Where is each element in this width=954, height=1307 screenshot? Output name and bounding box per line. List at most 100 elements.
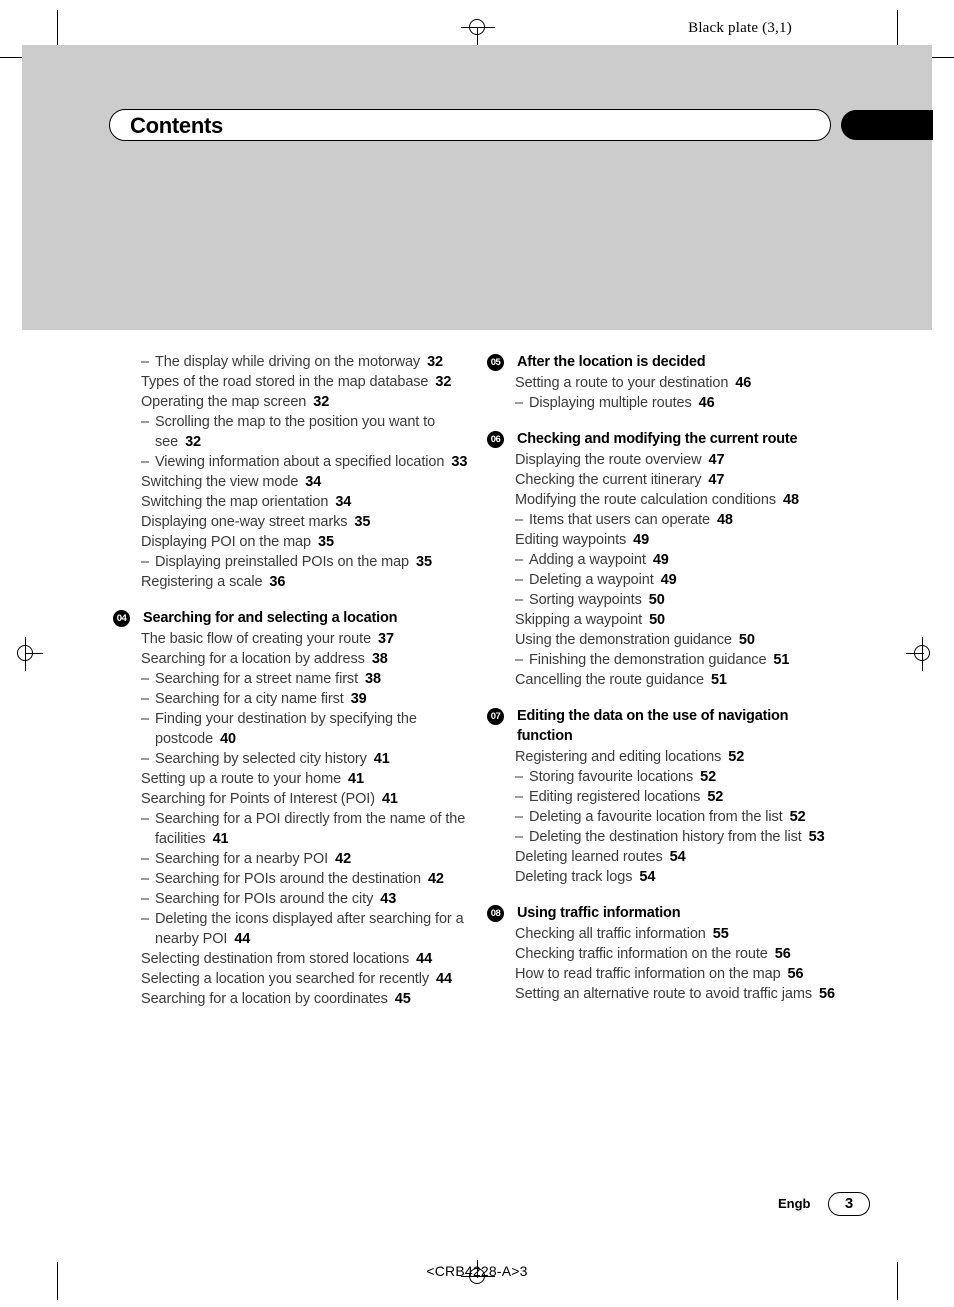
toc-entry-page-number: 41: [373, 751, 390, 767]
toc-entry-page-number: 41: [381, 791, 398, 807]
toc-entry-page-number: 41: [348, 771, 364, 787]
toc-entry-label: Deleting a waypoint 49: [529, 572, 677, 588]
toc-section-heading[interactable]: 05 After the location is decided: [487, 352, 847, 372]
toc-section-heading[interactable]: 08 Using traffic information: [487, 903, 847, 923]
toc-entry-label: Sorting waypoints 50: [529, 592, 665, 608]
registration-mark-right: [906, 637, 940, 671]
toc-subentry[interactable]: – Displaying multiple routes 46: [487, 393, 847, 413]
toc-entry-page-number: 37: [378, 631, 394, 647]
toc-entry-page-number: 44: [234, 931, 251, 947]
toc-entry-page-number: 42: [427, 871, 444, 887]
toc-subentry[interactable]: – Deleting a favourite location from the …: [487, 807, 847, 827]
toc-section-heading[interactable]: 06 Checking and modifying the current rou…: [487, 429, 847, 449]
toc-subentry[interactable]: – Searching for a city name first 39: [113, 689, 473, 709]
toc-entry[interactable]: Operating the map screen 32: [113, 392, 473, 412]
toc-subentry[interactable]: – Searching for POIs around the destinati…: [113, 869, 473, 889]
section-heading-label: Using traffic information: [517, 905, 681, 921]
toc-entry[interactable]: Searching for a location by coordinates 4…: [113, 989, 473, 1009]
toc-entry-label: Operating the map screen 32: [141, 394, 330, 410]
toc-entry[interactable]: Deleting learned routes 54: [487, 847, 847, 867]
toc-entry-label: Switching the map orientation 34: [141, 494, 352, 510]
toc-subentry[interactable]: – Searching for a nearby POI 42: [113, 849, 473, 869]
toc-entry[interactable]: Setting a route to your destination 46: [487, 373, 847, 393]
dash-icon: –: [141, 751, 149, 767]
toc-subentry[interactable]: – Adding a waypoint 49: [487, 550, 847, 570]
toc-entry[interactable]: Using the demonstration guidance 50: [487, 630, 847, 650]
toc-subentry[interactable]: – Deleting the icons displayed after sear…: [113, 909, 473, 949]
toc-entry[interactable]: Selecting a location you searched for re…: [113, 969, 473, 989]
dash-icon: –: [515, 592, 523, 608]
toc-entry[interactable]: Switching the view mode 34: [113, 472, 473, 492]
section-number-badge: 07: [487, 708, 504, 725]
toc-entry[interactable]: The basic flow of creating your route 37: [113, 629, 473, 649]
toc-subentry[interactable]: – Editing registered locations 52: [487, 787, 847, 807]
dash-icon: –: [141, 891, 149, 907]
page-title: Contents: [130, 113, 223, 138]
toc-subentry[interactable]: – Searching for a street name first 38: [113, 669, 473, 689]
toc-entry[interactable]: Searching for Points of Interest (POI) 41: [113, 789, 473, 809]
toc-entry-page-number: 50: [738, 632, 755, 648]
toc-entry-page-number: 42: [335, 851, 352, 867]
toc-entry-label: Editing waypoints 49: [515, 532, 650, 548]
toc-section-heading[interactable]: 04 Searching for and selecting a location: [113, 608, 473, 628]
toc-entry-label: Deleting track logs 54: [515, 869, 656, 885]
dash-icon: –: [141, 871, 149, 887]
toc-section-heading[interactable]: 07 Editing the data on the use of navigat…: [487, 706, 847, 746]
toc-entry[interactable]: Deleting track logs 54: [487, 867, 847, 887]
toc-entry[interactable]: Registering and editing locations 52: [487, 747, 847, 767]
toc-entry-label: Types of the road stored in the map data…: [141, 374, 452, 390]
toc-entry-label: Finishing the demonstration guidance 51: [529, 652, 790, 668]
toc-subentry[interactable]: – The display while driving on the motorw…: [113, 352, 473, 372]
toc-subentry[interactable]: – Items that users can operate 48: [487, 510, 847, 530]
toc-entry-page-number: 41: [212, 831, 229, 847]
toc-subentry[interactable]: – Finding your destination by specifying …: [113, 709, 473, 749]
toc-entry[interactable]: Setting an alternative route to avoid tr…: [487, 984, 847, 1004]
toc-entry-label: Editing registered locations 52: [529, 789, 724, 805]
toc-subentry[interactable]: – Searching for a POI directly from the n…: [113, 809, 473, 849]
toc-entry-label: Searching by selected city history 41: [155, 751, 390, 767]
toc-entry[interactable]: Modifying the route calculation conditio…: [487, 490, 847, 510]
dash-icon: –: [141, 354, 149, 370]
toc-subentry[interactable]: – Viewing information about a specified l…: [113, 452, 473, 472]
toc-entry[interactable]: Cancelling the route guidance 51: [487, 670, 847, 690]
toc-subentry[interactable]: – Deleting a waypoint 49: [487, 570, 847, 590]
toc-entry-page-number: 35: [416, 554, 432, 570]
dash-icon: –: [141, 691, 149, 707]
toc-subentry[interactable]: – Finishing the demonstration guidance 51: [487, 650, 847, 670]
toc-entry[interactable]: Checking traffic information on the rout…: [487, 944, 847, 964]
toc-subentry[interactable]: – Deleting the destination history from t…: [487, 827, 847, 847]
toc-entry-page-number: 32: [185, 434, 202, 450]
toc-subentry[interactable]: – Searching for POIs around the city 43: [113, 889, 473, 909]
toc-entry-page-number: 40: [220, 731, 236, 747]
toc-entry-label: Displaying one-way street marks 35: [141, 514, 371, 530]
toc-subentry[interactable]: – Scrolling the map to the position you w…: [113, 412, 473, 452]
toc-subentry[interactable]: – Storing favourite locations 52: [487, 767, 847, 787]
page-number-badge: 3: [828, 1192, 870, 1216]
toc-entry[interactable]: Registering a scale 36: [113, 572, 473, 592]
toc-entry-label: Displaying preinstalled POIs on the map 3…: [155, 554, 432, 570]
toc-entry[interactable]: Editing waypoints 49: [487, 530, 847, 550]
toc-entry[interactable]: Types of the road stored in the map data…: [113, 372, 473, 392]
toc-entry[interactable]: Searching for a location by address 38: [113, 649, 473, 669]
dash-icon: –: [141, 454, 149, 470]
toc-entry[interactable]: Checking all traffic information 55: [487, 924, 847, 944]
registration-mark-top: [461, 11, 495, 45]
toc-entry[interactable]: Displaying the route overview 47: [487, 450, 847, 470]
toc-subentry[interactable]: – Searching by selected city history 41: [113, 749, 473, 769]
toc-entry-page-number: 56: [818, 986, 835, 1002]
toc-entry[interactable]: How to read traffic information on the m…: [487, 964, 847, 984]
toc-subentry[interactable]: – Displaying preinstalled POIs on the map…: [113, 552, 473, 572]
toc-entry[interactable]: Displaying POI on the map 35: [113, 532, 473, 552]
toc-entry[interactable]: Setting up a route to your home 41: [113, 769, 473, 789]
toc-subentry[interactable]: – Sorting waypoints 50: [487, 590, 847, 610]
toc-entry[interactable]: Checking the current itinerary 47: [487, 470, 847, 490]
toc-entry-page-number: 35: [354, 514, 371, 530]
toc-entry[interactable]: Switching the map orientation 34: [113, 492, 473, 512]
dash-icon: –: [141, 554, 149, 570]
toc-entry[interactable]: Selecting destination from stored locati…: [113, 949, 473, 969]
black-plate-label: Black plate (3,1): [688, 20, 792, 36]
toc-entry-page-number: 49: [633, 532, 650, 548]
toc-entry[interactable]: Skipping a waypoint 50: [487, 610, 847, 630]
toc-entry[interactable]: Displaying one-way street marks 35: [113, 512, 473, 532]
toc-entry-page-number: 54: [669, 849, 686, 865]
